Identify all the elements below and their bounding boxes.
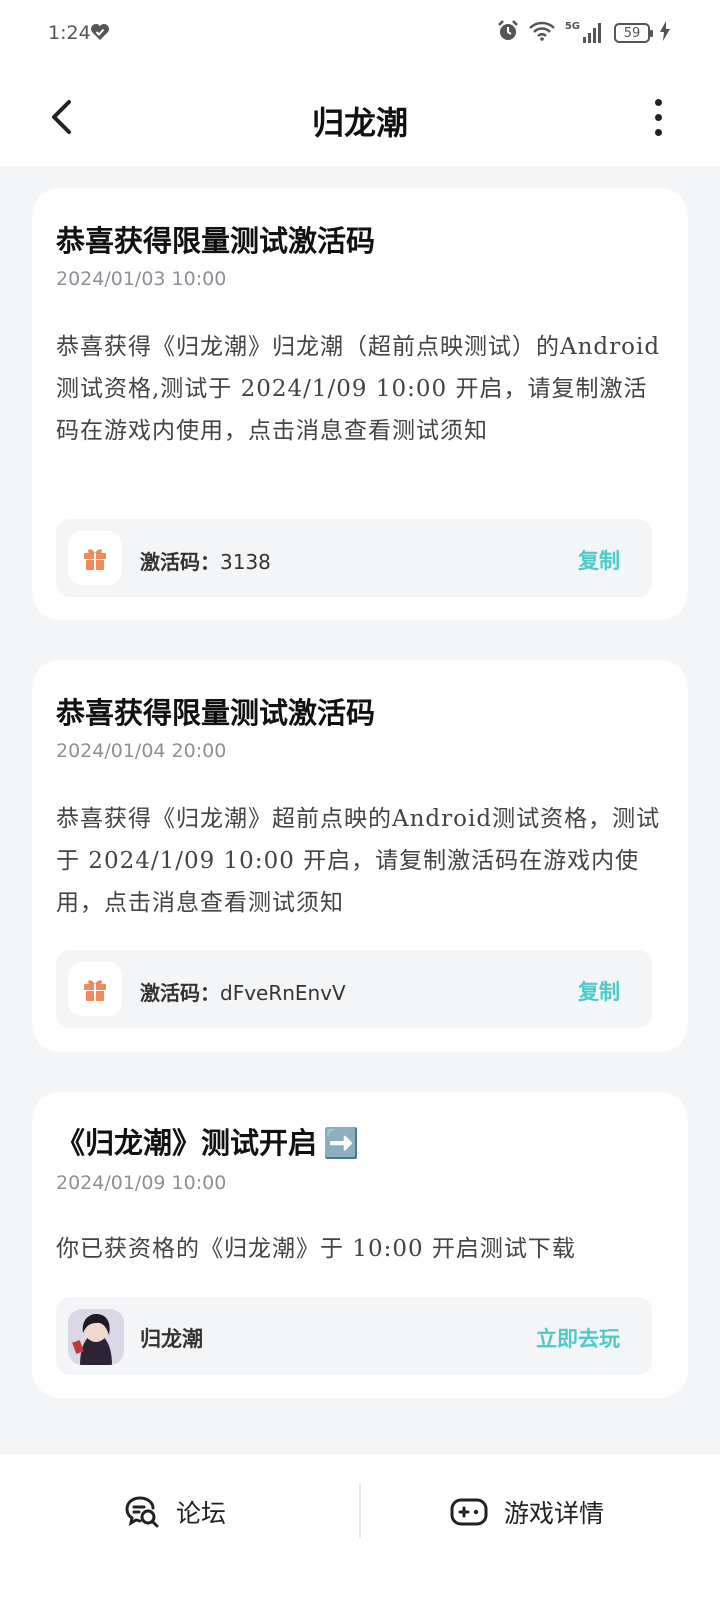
status-time: 1:24 bbox=[48, 22, 91, 44]
message-date: 2024/01/09 10:00 bbox=[56, 1172, 227, 1194]
forum-label: 论坛 bbox=[176, 1499, 227, 1528]
copy-button[interactable]: 复制 bbox=[578, 545, 620, 575]
more-button[interactable] bbox=[638, 92, 678, 142]
wifi-icon bbox=[528, 21, 555, 45]
message-body: 恭喜获得《归龙潮》超前点映的Android测试资格，测试于 2024/1/09 … bbox=[56, 806, 661, 916]
gift-icon bbox=[68, 962, 122, 1016]
bottom-nav: 论坛 游戏详情 bbox=[0, 1454, 720, 1600]
code-label: 激活码： bbox=[140, 981, 220, 1005]
copy-button[interactable]: 复制 bbox=[578, 976, 620, 1006]
game-thumbnail bbox=[68, 1309, 124, 1365]
network-type: 5G bbox=[564, 21, 580, 32]
code-value: dFveRnEnvV bbox=[220, 981, 346, 1005]
message-card[interactable]: 《归龙潮》测试开启 ➡️ 2024/01/09 10:00 你已获资格的《归龙潮》… bbox=[32, 1092, 688, 1398]
message-body: 你已获资格的《归龙潮》于 10:00 开启测试下载 bbox=[56, 1236, 576, 1262]
game-details-button[interactable]: 游戏详情 bbox=[450, 1482, 604, 1542]
game-details-label: 游戏详情 bbox=[504, 1499, 605, 1528]
status-bar: 1:24 5G 59 bbox=[0, 0, 720, 70]
code-label: 激活码： bbox=[140, 550, 220, 574]
activation-code-box: 激活码：dFveRnEnvV 复制 bbox=[56, 950, 652, 1028]
message-card[interactable]: 恭喜获得限量测试激活码 2024/01/03 10:00 恭喜获得《归龙潮》归龙… bbox=[32, 188, 688, 620]
chat-search-icon bbox=[125, 1496, 159, 1528]
game-name: 归龙潮 bbox=[140, 1326, 203, 1351]
charging-icon bbox=[660, 21, 670, 45]
play-now-button[interactable]: 立即去玩 bbox=[536, 1323, 620, 1353]
message-title: 恭喜获得限量测试激活码 bbox=[56, 224, 376, 258]
battery-level: 59 bbox=[623, 25, 641, 41]
alarm-icon bbox=[497, 20, 519, 46]
activation-code: 激活码：3138 bbox=[140, 546, 271, 575]
message-title: 恭喜获得限量测试激活码 bbox=[56, 696, 376, 730]
message-title: 《归龙潮》测试开启 ➡️ bbox=[56, 1120, 359, 1162]
battery-icon: 59 bbox=[614, 23, 653, 43]
activation-code-box: 激活码：3138 复制 bbox=[56, 519, 652, 597]
right-arrow-icon: ➡️ bbox=[323, 1126, 360, 1160]
message-date: 2024/01/03 10:00 bbox=[56, 268, 227, 290]
page-title: 归龙潮 bbox=[311, 104, 408, 142]
more-icon bbox=[654, 98, 662, 106]
message-date: 2024/01/04 20:00 bbox=[56, 740, 227, 762]
status-icons: 5G 59 bbox=[497, 20, 670, 46]
game-launch-box: 归龙潮 立即去玩 bbox=[56, 1297, 652, 1375]
activation-code: 激活码：dFveRnEnvV bbox=[140, 977, 346, 1006]
forum-button[interactable]: 论坛 bbox=[124, 1482, 226, 1542]
code-value: 3138 bbox=[220, 550, 271, 574]
heart-icon bbox=[90, 23, 110, 45]
gamepad-icon bbox=[450, 1498, 488, 1526]
message-title-text: 《归龙潮》测试开启 bbox=[56, 1126, 318, 1160]
divider bbox=[359, 1484, 361, 1538]
signal-icon: 5G bbox=[565, 22, 604, 44]
message-card[interactable]: 恭喜获得限量测试激活码 2024/01/04 20:00 恭喜获得《归龙潮》超前… bbox=[32, 660, 688, 1052]
gift-icon bbox=[68, 531, 122, 585]
message-body: 恭喜获得《归龙潮》归龙潮（超前点映测试）的Android测试资格,测试于 202… bbox=[56, 334, 661, 444]
app-header: 归龙潮 bbox=[0, 70, 720, 166]
